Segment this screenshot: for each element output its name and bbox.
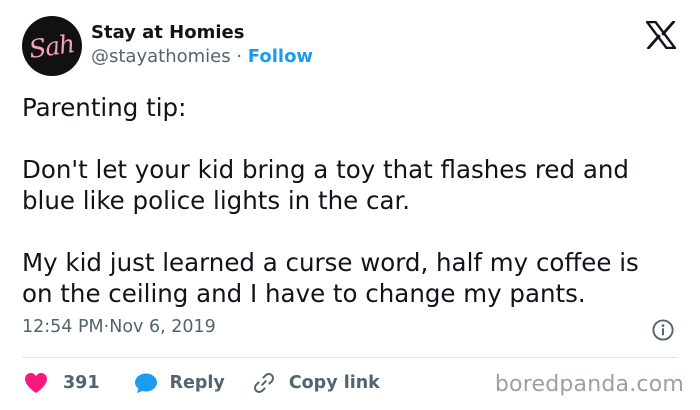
tweet-date: Nov 6, 2019 — [109, 317, 216, 337]
like-count: 391 — [63, 373, 100, 393]
info-icon[interactable] — [652, 319, 674, 341]
divider — [22, 357, 678, 358]
x-logo-icon[interactable] — [646, 21, 676, 49]
avatar-logo-text: Sah — [27, 28, 77, 64]
user-info: Stay at Homies @stayathomies · Follow — [91, 21, 313, 69]
speech-bubble-icon — [134, 373, 157, 393]
watermark: boredpanda.com — [494, 372, 684, 397]
display-name[interactable]: Stay at Homies — [91, 21, 313, 45]
tweet-header: Sah Stay at Homies @stayathomies · Follo… — [22, 16, 313, 76]
tweet-timestamp[interactable]: 12:54 PM · Nov 6, 2019 — [22, 317, 216, 337]
link-icon — [253, 373, 274, 393]
tweet-card: Sah Stay at Homies @stayathomies · Follo… — [0, 0, 700, 410]
tweet-text: Parenting tip: Don't let your kid bring … — [22, 93, 639, 308]
heart-icon — [25, 373, 47, 393]
handle-row: @stayathomies · Follow — [91, 45, 313, 69]
avatar[interactable]: Sah — [22, 16, 82, 76]
reply-label: Reply — [169, 373, 225, 393]
handle-separator: · — [230, 46, 248, 67]
follow-button[interactable]: Follow — [248, 46, 313, 67]
user-handle[interactable]: @stayathomies — [91, 46, 231, 67]
reply-button[interactable]: Reply — [134, 372, 225, 394]
action-bar: 391 Reply Copy link — [24, 369, 380, 397]
copy-link-button[interactable]: Copy link — [253, 372, 380, 394]
tweet-time: 12:54 PM — [22, 317, 104, 337]
like-button[interactable]: 391 — [24, 372, 100, 394]
copy-link-label: Copy link — [288, 373, 380, 393]
